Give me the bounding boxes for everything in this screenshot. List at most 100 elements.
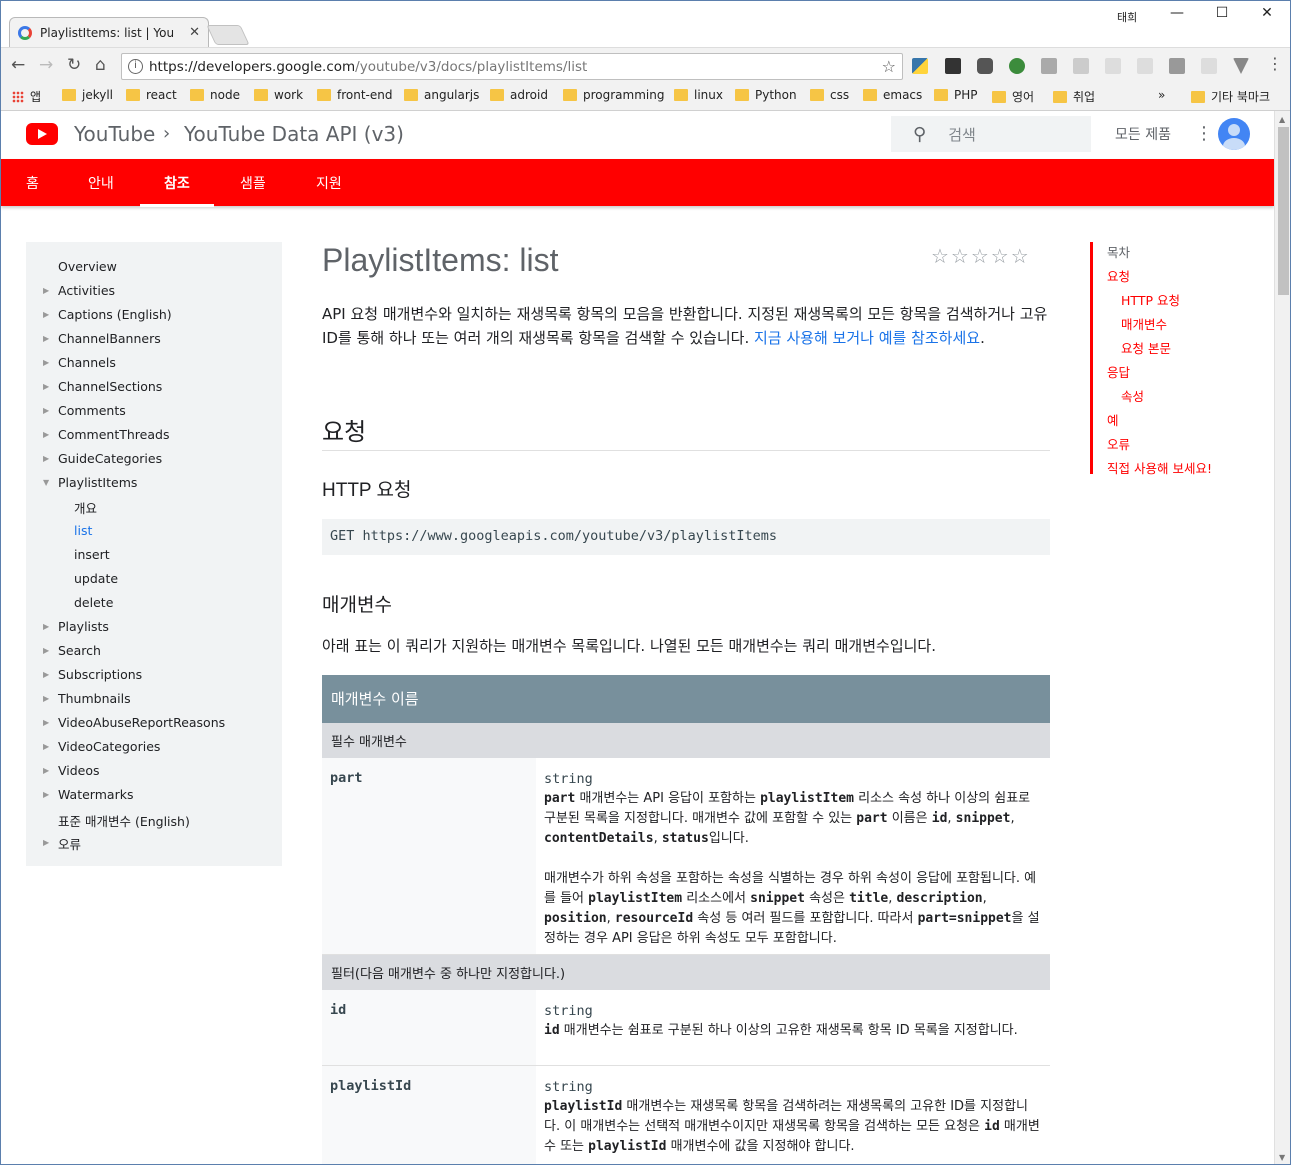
sidebar-item-list[interactable]: list	[74, 523, 92, 538]
sidebar-item-playlists[interactable]: Playlists	[58, 619, 109, 634]
bookmark-folder[interactable]: angularjs	[404, 88, 479, 102]
search-icon[interactable]: ⚲	[913, 124, 926, 145]
toc-item[interactable]: 속성	[1121, 386, 1144, 405]
toc-item[interactable]: 요청	[1107, 266, 1130, 285]
bookmark-folder[interactable]: emacs	[863, 88, 922, 102]
toc-item[interactable]: 직접 사용해 보세요!	[1107, 458, 1212, 477]
menu-kebab-icon[interactable]: ⋮	[1267, 54, 1283, 73]
python-extension-icon[interactable]	[912, 58, 928, 74]
sidebar-item-channels[interactable]: Channels	[58, 355, 116, 370]
sidebar-item-delete[interactable]: delete	[74, 595, 113, 610]
search-input[interactable]: 검색	[948, 124, 976, 145]
reload-icon[interactable]: ↻	[67, 55, 81, 75]
home-icon[interactable]: ⌂	[95, 55, 106, 75]
nav-guides[interactable]: 안내	[88, 173, 114, 193]
bookmark-folder[interactable]: work	[254, 88, 303, 102]
extension-card-icon[interactable]	[1201, 58, 1217, 74]
nav-samples[interactable]: 샘플	[240, 173, 266, 193]
sidebar-item-captions[interactable]: Captions (English)	[58, 307, 172, 322]
expand-arrow-icon[interactable]: ▶	[43, 838, 49, 847]
scroll-down-icon[interactable]: ▼	[1279, 1153, 1285, 1162]
extension-t-icon[interactable]	[1041, 58, 1057, 74]
evernote-extension-icon[interactable]	[1009, 58, 1025, 74]
address-bar[interactable]: i https://developers.google.com/youtube/…	[121, 53, 903, 80]
toc-item[interactable]: 오류	[1107, 434, 1130, 453]
back-icon[interactable]: ←	[11, 55, 25, 75]
all-products-button[interactable]: 모든 제품	[1115, 124, 1171, 144]
sidebar-item-comments[interactable]: Comments	[58, 403, 126, 418]
sidebar-item-overview[interactable]: Overview	[58, 259, 117, 274]
expand-arrow-icon[interactable]: ▶	[43, 646, 49, 655]
close-window-button[interactable]: ✕	[1245, 5, 1289, 27]
maximize-button[interactable]: ☐	[1200, 5, 1244, 27]
expand-arrow-icon[interactable]: ▶	[43, 454, 49, 463]
bookmark-folder[interactable]: linux	[674, 88, 723, 102]
bookmark-folder[interactable]: react	[126, 88, 177, 102]
sidebar-item-videocategories[interactable]: VideoCategories	[58, 739, 160, 754]
bookmarks-overflow-button[interactable]: »	[1158, 88, 1165, 102]
brand-name[interactable]: YouTube	[74, 122, 155, 146]
toc-item[interactable]: 매개변수	[1121, 314, 1167, 333]
youtube-logo-icon[interactable]	[26, 123, 58, 145]
bookmark-folder[interactable]: jekyll	[62, 88, 113, 102]
avatar[interactable]	[1218, 118, 1250, 150]
expand-arrow-icon[interactable]: ▶	[43, 406, 49, 415]
expand-arrow-icon[interactable]: ▶	[43, 790, 49, 799]
sidebar-item-channelsections[interactable]: ChannelSections	[58, 379, 162, 394]
other-bookmarks[interactable]: 기타 북마크	[1191, 88, 1270, 105]
toc-item[interactable]: 예	[1107, 410, 1119, 429]
more-options-icon[interactable]: ⋮	[1195, 123, 1213, 144]
sidebar-item-activities[interactable]: Activities	[58, 283, 115, 298]
collapse-arrow-icon[interactable]: ▼	[43, 478, 49, 487]
translate-extension-icon[interactable]	[945, 58, 961, 74]
expand-arrow-icon[interactable]: ▶	[43, 310, 49, 319]
sidebar-item-videos[interactable]: Videos	[58, 763, 100, 778]
extension-icon[interactable]	[977, 58, 993, 74]
bookmark-star-icon[interactable]: ☆	[882, 57, 896, 76]
try-it-link[interactable]: 지금 사용해 보거나 예를 참조하세요	[754, 329, 980, 347]
extension-i-icon[interactable]	[1169, 58, 1185, 74]
expand-arrow-icon[interactable]: ▶	[43, 430, 49, 439]
sidebar-item-overview-sub[interactable]: 개요	[74, 498, 97, 517]
sidebar-item-insert[interactable]: insert	[74, 547, 110, 562]
bookmark-folder[interactable]: Python	[735, 88, 797, 102]
sidebar-item-thumbnails[interactable]: Thumbnails	[58, 691, 131, 706]
sidebar-item-standard-params[interactable]: 표준 매개변수 (English)	[58, 811, 190, 830]
scrollbar-thumb[interactable]	[1278, 127, 1289, 295]
toc-item[interactable]: HTTP 요청	[1121, 290, 1180, 309]
browser-tab[interactable]: PlaylistItems: list | You ✕	[9, 17, 209, 47]
extension-v-icon[interactable]	[1233, 58, 1249, 74]
toc-item[interactable]: 요청 본문	[1121, 338, 1171, 357]
expand-arrow-icon[interactable]: ▶	[43, 286, 49, 295]
toc-item[interactable]: 응답	[1107, 362, 1130, 381]
bookmark-folder[interactable]: 취업	[1053, 88, 1095, 105]
expand-arrow-icon[interactable]: ▶	[43, 718, 49, 727]
scroll-up-icon[interactable]: ▲	[1279, 115, 1285, 124]
expand-arrow-icon[interactable]: ▶	[43, 622, 49, 631]
nav-home[interactable]: 홈	[26, 173, 39, 193]
info-icon[interactable]: i	[128, 59, 143, 74]
bookmark-folder[interactable]: adroid	[490, 88, 548, 102]
profile-name[interactable]: 태희	[1117, 9, 1137, 25]
extension-barcode-icon[interactable]	[1137, 58, 1153, 74]
rating-stars[interactable]: ☆☆☆☆☆	[931, 244, 1031, 268]
expand-arrow-icon[interactable]: ▶	[43, 358, 49, 367]
bookmark-folder[interactable]: PHP	[934, 88, 978, 102]
bookmark-folder[interactable]: 영어	[992, 88, 1034, 105]
sidebar-item-channelbanners[interactable]: ChannelBanners	[58, 331, 161, 346]
sidebar-item-videoabusereportreasons[interactable]: VideoAbuseReportReasons	[58, 715, 225, 730]
minimize-button[interactable]: —	[1155, 5, 1199, 27]
sidebar-item-watermarks[interactable]: Watermarks	[58, 787, 133, 802]
expand-arrow-icon[interactable]: ▶	[43, 334, 49, 343]
bookmark-apps[interactable]: 앱	[12, 88, 41, 105]
bookmark-folder[interactable]: front-end	[317, 88, 392, 102]
expand-arrow-icon[interactable]: ▶	[43, 766, 49, 775]
bookmark-folder[interactable]: css	[810, 88, 849, 102]
bookmark-folder[interactable]: programming	[563, 88, 664, 102]
sidebar-item-update[interactable]: update	[74, 571, 118, 586]
new-tab-button[interactable]	[206, 25, 250, 45]
sidebar-item-playlistitems[interactable]: PlaylistItems	[58, 475, 137, 490]
expand-arrow-icon[interactable]: ▶	[43, 694, 49, 703]
expand-arrow-icon[interactable]: ▶	[43, 742, 49, 751]
sidebar-item-commentthreads[interactable]: CommentThreads	[58, 427, 169, 442]
